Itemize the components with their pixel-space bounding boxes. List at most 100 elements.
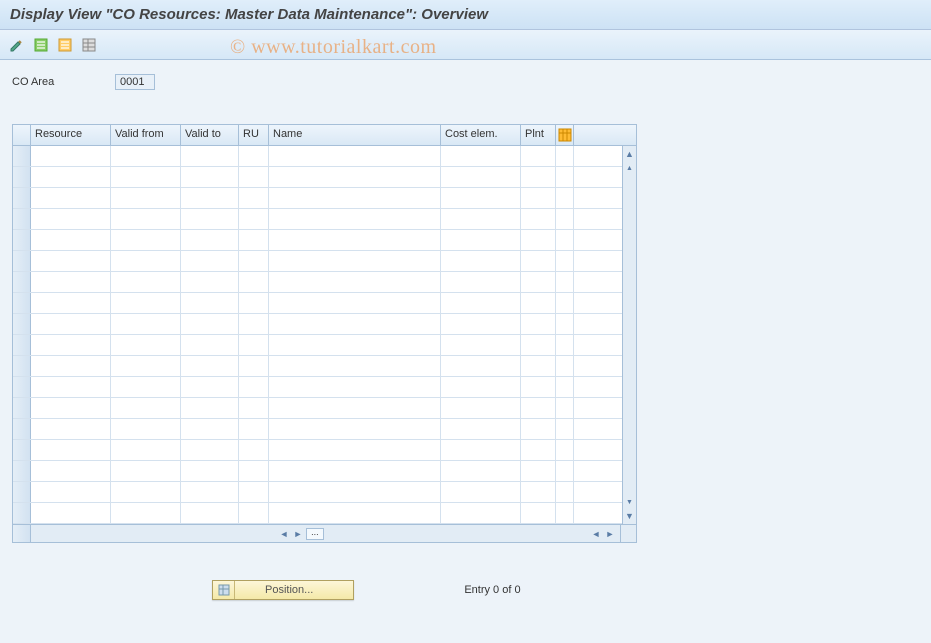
column-valid-from[interactable]: Valid from: [111, 125, 181, 145]
cell-plnt: [521, 356, 556, 376]
table-row[interactable]: [13, 398, 622, 419]
row-selector[interactable]: [13, 272, 31, 292]
row-selector[interactable]: [13, 419, 31, 439]
cell-cost-elem: [441, 188, 521, 208]
cell-spacer2: [574, 230, 622, 250]
table-row[interactable]: [13, 188, 622, 209]
position-button[interactable]: Position...: [212, 580, 354, 600]
cell-ru: [239, 167, 269, 187]
row-selector[interactable]: [13, 251, 31, 271]
table-row[interactable]: [13, 482, 622, 503]
row-selector[interactable]: [13, 188, 31, 208]
table-row[interactable]: [13, 293, 622, 314]
table-row[interactable]: [13, 314, 622, 335]
scroll-up-icon[interactable]: ▲: [624, 148, 636, 160]
page-title: Display View "CO Resources: Master Data …: [10, 6, 488, 23]
table-row[interactable]: [13, 146, 622, 167]
cell-plnt: [521, 209, 556, 229]
scroll-left-end-icon[interactable]: ◄: [590, 528, 602, 540]
table-row[interactable]: [13, 230, 622, 251]
table-row[interactable]: [13, 209, 622, 230]
table-row[interactable]: [13, 335, 622, 356]
hscroll-left-group: ◄ ► ∙∙∙: [31, 525, 326, 542]
row-selector[interactable]: [13, 482, 31, 502]
column-selector[interactable]: [13, 125, 31, 145]
column-resource[interactable]: Resource: [31, 125, 111, 145]
vertical-scrollbar[interactable]: ▲ ▲ ▼ ▼: [622, 146, 636, 524]
cell-plnt: [521, 251, 556, 271]
cell-name: [269, 419, 441, 439]
table-row[interactable]: [13, 356, 622, 377]
row-selector[interactable]: [13, 377, 31, 397]
column-cost-elem[interactable]: Cost elem.: [441, 125, 521, 145]
deselect-all-icon[interactable]: [56, 36, 74, 54]
cell-cost-elem: [441, 461, 521, 481]
column-config-icon[interactable]: [556, 125, 574, 145]
cell-spacer2: [574, 188, 622, 208]
scroll-down-icon[interactable]: ▼: [624, 510, 636, 522]
cell-ru: [239, 146, 269, 166]
column-name[interactable]: Name: [269, 125, 441, 145]
cell-valid-from: [111, 377, 181, 397]
cell-cost-elem: [441, 209, 521, 229]
column-valid-to[interactable]: Valid to: [181, 125, 239, 145]
cell-spacer2: [574, 377, 622, 397]
hscroll-track[interactable]: ◄ ►: [326, 525, 621, 542]
cell-spacer2: [574, 461, 622, 481]
cell-resource: [31, 230, 111, 250]
scroll-left-icon[interactable]: ◄: [278, 528, 290, 540]
row-selector[interactable]: [13, 314, 31, 334]
cell-cost-elem: [441, 314, 521, 334]
table-row[interactable]: [13, 251, 622, 272]
table-settings-icon[interactable]: [80, 36, 98, 54]
row-selector[interactable]: [13, 293, 31, 313]
cell-plnt: [521, 398, 556, 418]
row-selector[interactable]: [13, 503, 31, 523]
scroll-right-end-icon[interactable]: ►: [604, 528, 616, 540]
cell-ru: [239, 419, 269, 439]
scroll-page-down-icon[interactable]: ▼: [624, 496, 636, 508]
cell-ru: [239, 398, 269, 418]
table-row[interactable]: [13, 440, 622, 461]
cell-spacer2: [574, 272, 622, 292]
table-row[interactable]: [13, 461, 622, 482]
column-plnt[interactable]: Plnt: [521, 125, 556, 145]
table-row[interactable]: [13, 272, 622, 293]
cell-plnt: [521, 440, 556, 460]
table-row[interactable]: [13, 167, 622, 188]
position-label: Position...: [235, 584, 353, 596]
hscroll-corner-left: [13, 525, 31, 542]
select-all-icon[interactable]: [32, 36, 50, 54]
cell-spacer2: [574, 293, 622, 313]
row-selector[interactable]: [13, 440, 31, 460]
cell-valid-to: [181, 146, 239, 166]
scroll-page-up-icon[interactable]: ▲: [624, 162, 636, 174]
cell-name: [269, 251, 441, 271]
change-display-icon[interactable]: [8, 36, 26, 54]
table-row[interactable]: [13, 503, 622, 524]
row-selector[interactable]: [13, 398, 31, 418]
column-picker-icon[interactable]: ∙∙∙: [306, 528, 324, 540]
cell-valid-to: [181, 503, 239, 523]
row-selector[interactable]: [13, 230, 31, 250]
row-selector[interactable]: [13, 209, 31, 229]
cell-valid-from: [111, 356, 181, 376]
cell-ru: [239, 482, 269, 502]
cell-ru: [239, 272, 269, 292]
scroll-right-icon[interactable]: ►: [292, 528, 304, 540]
cell-name: [269, 209, 441, 229]
row-selector[interactable]: [13, 335, 31, 355]
row-selector[interactable]: [13, 356, 31, 376]
row-selector[interactable]: [13, 461, 31, 481]
column-ru[interactable]: RU: [239, 125, 269, 145]
cell-name: [269, 482, 441, 502]
table-row[interactable]: [13, 377, 622, 398]
cell-spacer2: [574, 440, 622, 460]
co-area-value[interactable]: 0001: [115, 74, 155, 90]
row-selector[interactable]: [13, 167, 31, 187]
row-selector[interactable]: [13, 146, 31, 166]
cell-spacer1: [556, 503, 574, 523]
table-row[interactable]: [13, 419, 622, 440]
cell-ru: [239, 461, 269, 481]
cell-ru: [239, 356, 269, 376]
